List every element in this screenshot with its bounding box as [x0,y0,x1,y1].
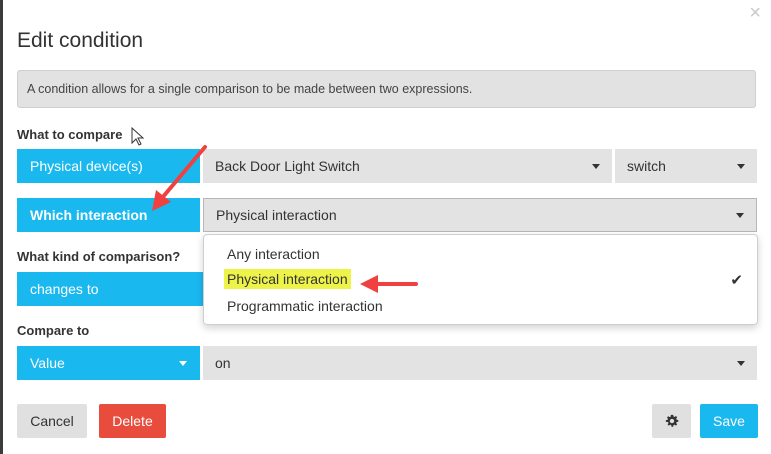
caret-down-icon [179,360,187,366]
dropdown-option-physical[interactable]: Physical interaction [224,269,351,289]
save-button[interactable]: Save [700,404,758,438]
compare-type-select[interactable]: Value [17,346,200,380]
interaction-dropdown-menu: Any interaction Physical interaction Pro… [203,234,758,325]
what-to-compare-label: What to compare [17,127,123,142]
info-box: A condition allows for a single comparis… [17,70,756,108]
which-interaction-label: Which interaction [30,207,148,223]
delete-button[interactable]: Delete [99,404,166,438]
interaction-select-value: Physical interaction [216,207,337,223]
compare-to-label: Compare to [17,323,90,338]
compare-to-row: Value on [17,346,757,380]
caret-down-icon [737,163,745,169]
check-icon: ✔ [730,272,743,289]
physical-device-button[interactable]: Physical device(s) [17,149,200,183]
caret-down-icon [736,212,744,218]
what-to-compare-row: Physical device(s) Back Door Light Switc… [17,149,757,183]
dropdown-option-programmatic[interactable]: Programmatic interaction [227,298,383,314]
cancel-button[interactable]: Cancel [17,404,87,438]
close-icon[interactable]: × [749,3,761,23]
caret-down-icon [592,163,600,169]
compare-value: on [215,355,231,371]
interaction-select[interactable]: Physical interaction [203,198,757,232]
cursor-icon [131,127,145,146]
which-interaction-row: Which interaction Physical interaction [17,198,757,232]
attribute-select[interactable]: switch [615,149,757,183]
attribute-select-value: switch [627,158,666,174]
which-interaction-button: Which interaction [17,198,200,232]
background-edge [0,0,3,454]
device-select[interactable]: Back Door Light Switch [203,149,612,183]
comparison-row: changes to [17,272,203,306]
physical-device-label: Physical device(s) [30,158,143,174]
compare-type-value: Value [30,355,65,371]
caret-down-icon [737,360,745,366]
settings-button[interactable] [652,404,691,438]
device-select-value: Back Door Light Switch [215,158,360,174]
comparison-label: What kind of comparison? [17,249,181,264]
comparison-select[interactable]: changes to [17,272,203,306]
gear-icon [665,414,678,427]
dialog-title: Edit condition [17,29,144,52]
dropdown-option-any[interactable]: Any interaction [227,246,320,262]
comparison-select-value: changes to [30,281,99,297]
compare-value-select[interactable]: on [203,346,757,380]
